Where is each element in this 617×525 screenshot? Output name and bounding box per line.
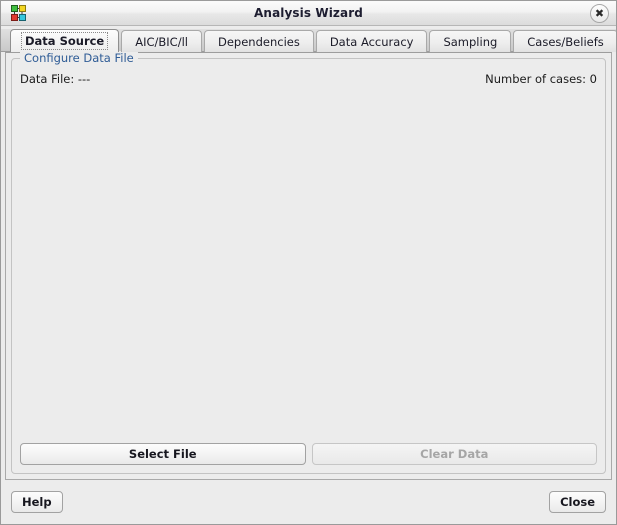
data-file-value: Data File: --- [20, 72, 91, 86]
select-file-button[interactable]: Select File [20, 443, 306, 465]
configure-data-file-groupbox: Configure Data File Data File: --- Numbe… [11, 51, 606, 474]
analysis-wizard-window: Analysis Wizard ✖ Data Source AIC/BIC/ll… [0, 0, 617, 525]
data-file-info-row: Data File: --- Number of cases: 0 [20, 71, 597, 87]
help-button[interactable]: Help [11, 491, 63, 513]
window-title: Analysis Wizard [254, 5, 363, 20]
tab-cases-beliefs[interactable]: Cases/Beliefs [513, 30, 616, 52]
tab-cases-beliefs-label: Cases/Beliefs [527, 34, 604, 49]
tab-aic-bic-ll[interactable]: AIC/BIC/ll [121, 30, 202, 52]
tab-sampling-label: Sampling [443, 34, 498, 49]
clear-data-button: Clear Data [311, 443, 597, 465]
footer-bar: Help Close [1, 480, 616, 524]
bayesian-network-icon [9, 4, 28, 23]
tab-data-source-label: Data Source [21, 32, 109, 50]
tab-data-source[interactable]: Data Source [10, 29, 120, 52]
tab-strip: Data Source AIC/BIC/ll Dependencies Data… [1, 29, 616, 52]
tab-aic-bic-ll-label: AIC/BIC/ll [135, 34, 188, 49]
title-bar: Analysis Wizard ✖ [1, 1, 616, 26]
tab-dependencies[interactable]: Dependencies [203, 30, 314, 52]
tab-data-accuracy[interactable]: Data Accuracy [315, 30, 428, 52]
number-of-cases-value: Number of cases: 0 [485, 72, 597, 86]
tab-dependencies-label: Dependencies [217, 34, 300, 49]
tab-data-accuracy-label: Data Accuracy [329, 34, 414, 49]
configure-data-file-title: Configure Data File [20, 51, 138, 65]
close-button[interactable]: Close [549, 491, 606, 513]
close-icon[interactable]: ✖ [590, 4, 609, 23]
tab-content-panel: Configure Data File Data File: --- Numbe… [5, 51, 612, 480]
tab-sampling[interactable]: Sampling [429, 30, 512, 52]
data-source-action-row: Select File Clear Data [20, 443, 597, 465]
